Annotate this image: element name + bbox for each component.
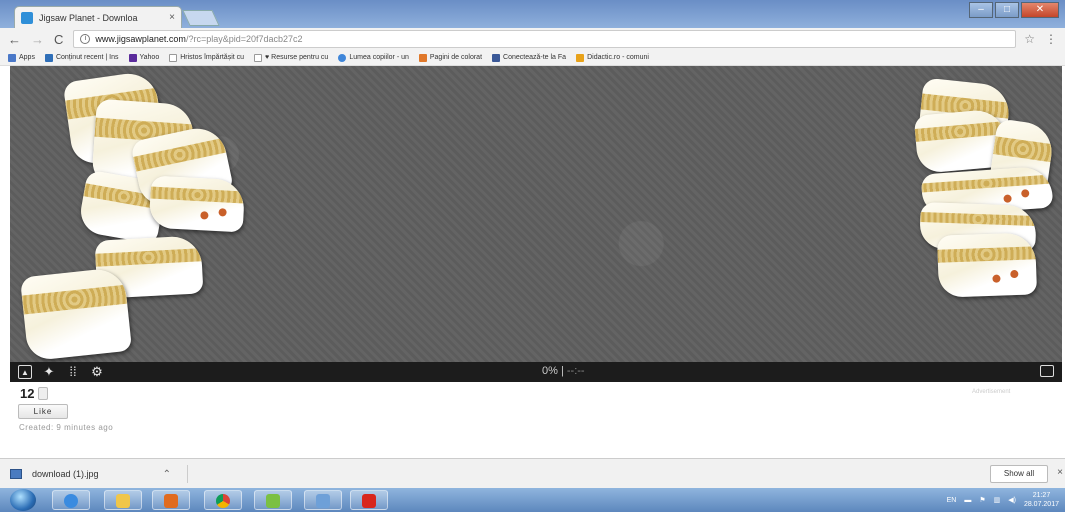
clock-date: 28.07.2017 bbox=[1023, 501, 1059, 508]
title-bar: Jigsaw Planet - Downloa × – □ ✕ bbox=[0, 0, 1065, 28]
window-controls: – □ ✕ bbox=[969, 2, 1059, 18]
ghost-icon[interactable]: ✦ bbox=[42, 365, 56, 379]
internet-explorer-icon bbox=[64, 494, 78, 508]
bookmark-facebook[interactable]: Conectează-te la Fa bbox=[492, 53, 566, 62]
acrobat-icon bbox=[362, 494, 376, 508]
app-icon bbox=[266, 494, 280, 508]
bookmark-yahoo[interactable]: Yahoo bbox=[128, 53, 159, 62]
bookmark-favicon-icon bbox=[44, 53, 53, 62]
like-count: 12 bbox=[20, 386, 49, 401]
language-indicator[interactable]: EN bbox=[947, 497, 957, 504]
advertisement-label: Advertisement bbox=[972, 389, 1011, 395]
colorat-icon bbox=[418, 53, 427, 62]
minimize-icon[interactable]: – bbox=[969, 2, 993, 18]
browser-tab[interactable]: Jigsaw Planet - Downloa × bbox=[14, 6, 182, 28]
page-icon bbox=[169, 53, 178, 62]
bookmark-pagini-de-colorat[interactable]: Pagini de colorat bbox=[418, 53, 482, 62]
page-icon bbox=[254, 53, 263, 62]
taskbar-acrobat[interactable] bbox=[350, 490, 388, 510]
download-bar-close-icon[interactable]: × bbox=[1057, 467, 1063, 478]
bookmark-star-icon[interactable]: ☆ bbox=[1024, 32, 1035, 46]
image-file-icon bbox=[10, 469, 22, 479]
image-icon[interactable]: ▲ bbox=[18, 365, 32, 379]
created-timestamp: Created: 9 minutes ago bbox=[19, 423, 114, 432]
media-player-icon bbox=[164, 494, 178, 508]
puzzle-piece[interactable] bbox=[19, 266, 133, 362]
chrome-icon bbox=[216, 494, 230, 508]
bookmark-continut-recent[interactable]: Conținut recent | Ins bbox=[44, 53, 119, 62]
bookmark-apps[interactable]: Apps bbox=[8, 53, 35, 62]
back-arrow-icon[interactable]: ← bbox=[8, 32, 21, 47]
like-count-value: 12 bbox=[20, 386, 35, 401]
volume-icon[interactable]: ◀) bbox=[1008, 496, 1016, 504]
chevron-up-icon[interactable]: ⌃ bbox=[163, 469, 171, 480]
progress-percent: 0% bbox=[542, 365, 558, 377]
bookmark-resurse[interactable]: ♥ Resurse pentru cu bbox=[254, 53, 328, 62]
taskbar-explorer[interactable] bbox=[104, 490, 142, 510]
tab-title: Jigsaw Planet - Downloa bbox=[39, 12, 138, 23]
jigsaw-planet-favicon-icon bbox=[21, 11, 33, 24]
bookmark-didactic[interactable]: Didactic.ro - comuni bbox=[576, 53, 649, 62]
facebook-icon bbox=[492, 53, 501, 62]
download-file-name: download (1).jpg bbox=[32, 469, 99, 479]
reload-icon[interactable]: C bbox=[54, 32, 63, 47]
clock-time: 21:27 bbox=[1032, 492, 1051, 499]
clock[interactable]: 21:27 28.07.2017 bbox=[1024, 491, 1059, 509]
yahoo-icon bbox=[128, 53, 137, 62]
grid-icon[interactable]: ⁞⁞ bbox=[66, 365, 80, 379]
new-tab-button[interactable] bbox=[182, 10, 220, 26]
keyboard-icon[interactable]: ▬ bbox=[964, 497, 971, 504]
like-thumb-icon bbox=[38, 387, 49, 400]
bookmark-hristos[interactable]: Hristos împărtășit cu bbox=[169, 53, 244, 62]
folder-icon bbox=[116, 494, 130, 508]
flag-icon[interactable]: ⚑ bbox=[979, 496, 985, 504]
info-icon[interactable]: i bbox=[80, 34, 91, 44]
tab-close-icon[interactable]: × bbox=[169, 12, 175, 23]
browser-toolbar: ← → C i www.jigsawplanet.com/?rc=play&pi… bbox=[0, 28, 1065, 50]
taskbar-chrome[interactable] bbox=[204, 490, 242, 510]
url-path: /?rc=play&pid=20f7dacb27c2 bbox=[185, 34, 303, 44]
taskbar-ie[interactable] bbox=[52, 490, 90, 510]
bookmarks-bar: Apps Conținut recent | Ins Yahoo Hristos… bbox=[0, 50, 1065, 66]
start-button[interactable] bbox=[10, 489, 36, 511]
apps-grid-icon bbox=[8, 53, 16, 62]
download-bar: download (1).jpg ⌃ Show all × bbox=[0, 458, 1065, 488]
window-app-icon bbox=[316, 494, 330, 508]
puzzle-piece[interactable] bbox=[148, 175, 246, 233]
window-close-icon[interactable]: ✕ bbox=[1021, 2, 1059, 18]
like-button[interactable]: Like bbox=[18, 404, 68, 419]
puzzle-toolbar: ▲ ✦ ⁞⁞ ⚙ 0% | --:-- bbox=[10, 362, 1062, 382]
system-tray: EN ▬ ⚑ ▥ ◀) 21:27 28.07.2017 bbox=[947, 491, 1059, 509]
chrome-menu-icon[interactable]: ⋮ bbox=[1045, 32, 1057, 46]
puzzle-board[interactable] bbox=[10, 66, 1062, 362]
url-domain: www.jigsawplanet.com bbox=[95, 34, 186, 44]
progress-readout: 0% | --:-- bbox=[542, 365, 585, 377]
progress-separator: | bbox=[560, 365, 564, 377]
taskbar-media-player[interactable] bbox=[152, 490, 190, 510]
address-bar[interactable]: i www.jigsawplanet.com/?rc=play&pid=20f7… bbox=[73, 30, 1017, 48]
download-item[interactable]: download (1).jpg ⌃ bbox=[10, 465, 188, 483]
windows-taskbar: EN ▬ ⚑ ▥ ◀) 21:27 28.07.2017 bbox=[0, 488, 1065, 512]
wordpress-icon bbox=[338, 53, 347, 62]
forward-arrow-icon[interactable]: → bbox=[31, 32, 44, 47]
maximize-icon[interactable]: □ bbox=[995, 2, 1019, 18]
network-icon[interactable]: ▥ bbox=[994, 496, 1001, 504]
puzzle-piece[interactable] bbox=[936, 232, 1038, 298]
settings-icon[interactable]: ⚙ bbox=[90, 365, 104, 379]
show-all-button[interactable]: Show all bbox=[990, 465, 1048, 483]
bookmark-lumea-copiilor[interactable]: Lumea copiilor - un bbox=[338, 53, 409, 62]
puzzle-timer: --:-- bbox=[566, 365, 585, 377]
taskbar-app-green[interactable] bbox=[254, 490, 292, 510]
fullscreen-icon[interactable] bbox=[1040, 365, 1054, 377]
taskbar-app-window[interactable] bbox=[304, 490, 342, 510]
didactic-icon bbox=[576, 53, 585, 62]
